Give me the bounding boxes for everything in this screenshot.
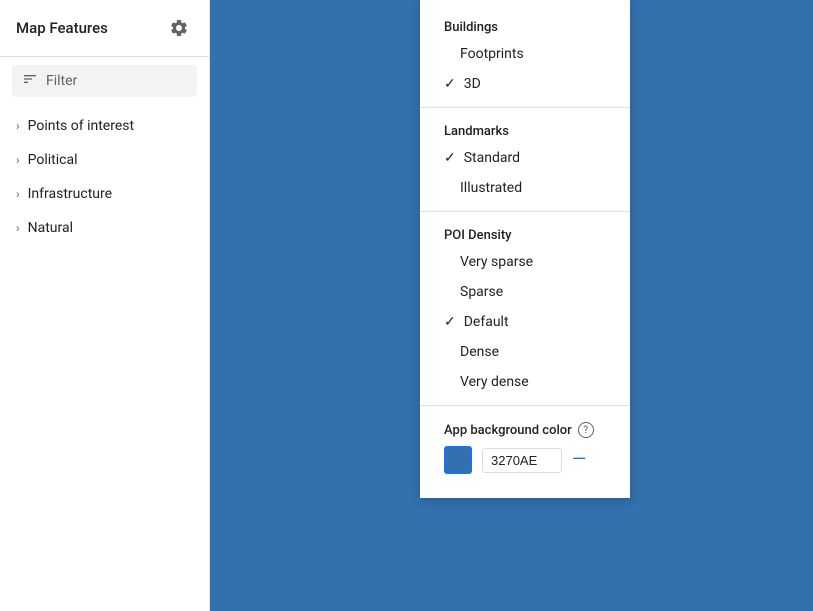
nav-label-poi: Points of interest — [28, 118, 134, 134]
dense-label: Dense — [460, 344, 499, 360]
check-icon-3d: ✓ — [444, 76, 456, 92]
color-input[interactable] — [482, 448, 562, 473]
menu-item-3d[interactable]: ✓ 3D — [420, 69, 630, 99]
divider-2 — [420, 211, 630, 212]
menu-item-very-dense[interactable]: Very dense — [420, 367, 630, 397]
chevron-icon: › — [16, 153, 20, 167]
color-row: — — [444, 446, 606, 474]
chevron-icon: › — [16, 221, 20, 235]
menu-item-very-sparse[interactable]: Very sparse — [420, 247, 630, 277]
footprints-label: Footprints — [460, 46, 524, 62]
color-swatch[interactable] — [444, 446, 472, 474]
sidebar-item-political[interactable]: › Political — [0, 143, 209, 177]
very-sparse-label: Very sparse — [460, 254, 533, 270]
app-bg-label-row: App background color ? — [444, 422, 606, 438]
menu-item-dense[interactable]: Dense — [420, 337, 630, 367]
section-label-buildings: Buildings — [420, 12, 630, 39]
filter-icon — [22, 71, 38, 91]
sidebar-item-infrastructure[interactable]: › Infrastructure — [0, 177, 209, 211]
dropdown-panel: Buildings Footprints ✓ 3D Landmarks ✓ St… — [420, 0, 630, 498]
nav-list: › Points of interest › Political › Infra… — [0, 105, 209, 249]
nav-label-infrastructure: Infrastructure — [28, 186, 112, 202]
chevron-icon: › — [16, 187, 20, 201]
default-label: Default — [464, 314, 509, 330]
divider-3 — [420, 405, 630, 406]
color-reset-button[interactable]: — — [572, 451, 586, 469]
very-dense-label: Very dense — [460, 374, 529, 390]
divider-1 — [420, 107, 630, 108]
menu-item-standard[interactable]: ✓ Standard — [420, 143, 630, 173]
menu-item-sparse[interactable]: Sparse — [420, 277, 630, 307]
app-bg-label: App background color — [444, 423, 572, 438]
section-label-landmarks: Landmarks — [420, 116, 630, 143]
gear-icon — [169, 18, 189, 38]
app-bg-section: App background color ? — — [420, 414, 630, 482]
menu-item-illustrated[interactable]: Illustrated — [420, 173, 630, 203]
sidebar-header: Map Features — [0, 0, 209, 57]
check-icon-standard: ✓ — [444, 150, 456, 166]
filter-label: Filter — [46, 73, 77, 89]
sidebar: Map Features Filter › Points of interest… — [0, 0, 210, 611]
sidebar-item-poi[interactable]: › Points of interest — [0, 109, 209, 143]
help-icon[interactable]: ? — [578, 422, 594, 438]
gear-button[interactable] — [165, 14, 193, 42]
sidebar-item-natural[interactable]: › Natural — [0, 211, 209, 245]
illustrated-label: Illustrated — [460, 180, 522, 196]
standard-label: Standard — [464, 150, 520, 166]
nav-label-political: Political — [28, 152, 78, 168]
filter-bar[interactable]: Filter — [12, 65, 197, 97]
section-label-poi-density: POI Density — [420, 220, 630, 247]
sparse-label: Sparse — [460, 284, 503, 300]
nav-label-natural: Natural — [28, 220, 73, 236]
menu-item-footprints[interactable]: Footprints — [420, 39, 630, 69]
menu-item-default[interactable]: ✓ Default — [420, 307, 630, 337]
sidebar-title: Map Features — [16, 19, 108, 37]
check-icon-default: ✓ — [444, 314, 456, 330]
map-area: C Buildings Footprints ✓ 3D Landmarks ✓ … — [210, 0, 813, 611]
chevron-icon: › — [16, 119, 20, 133]
3d-label: 3D — [464, 76, 481, 92]
